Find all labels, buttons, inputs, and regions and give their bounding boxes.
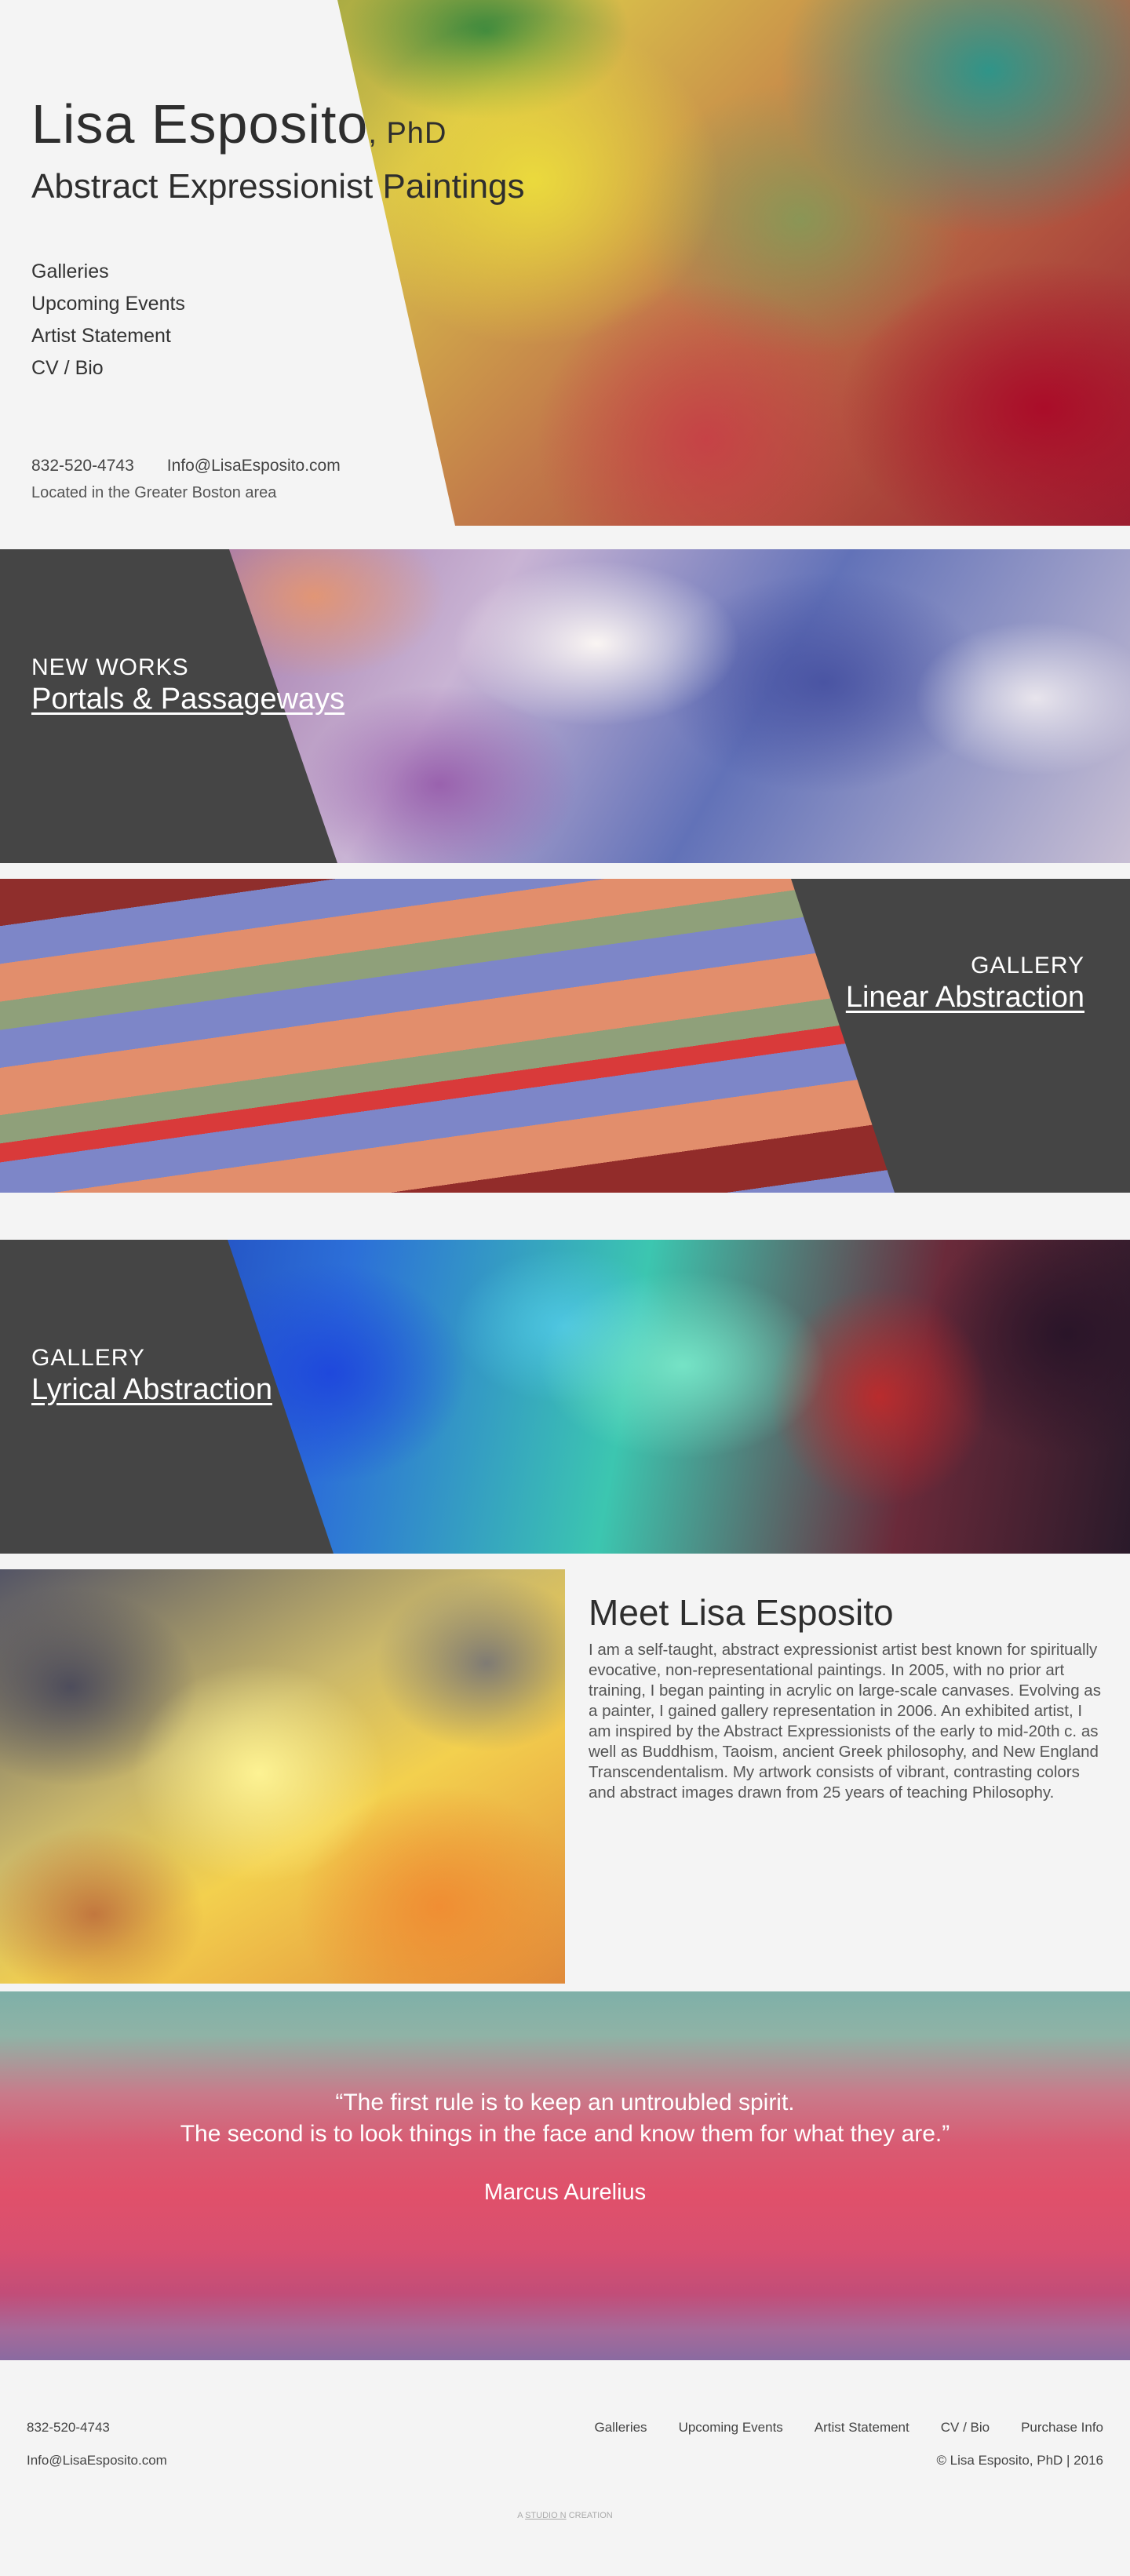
nav-item-upcoming-events[interactable]: Upcoming Events bbox=[31, 288, 185, 320]
footer-nav-upcoming-events[interactable]: Upcoming Events bbox=[679, 2420, 783, 2436]
footer-credit: A STUDIO N CREATION bbox=[0, 2511, 1130, 2520]
hero-nav: Galleries Upcoming Events Artist Stateme… bbox=[31, 256, 185, 384]
quote-line-1: “The first rule is to keep an untroubled… bbox=[335, 2090, 795, 2115]
band-portals-kicker: NEW WORKS bbox=[31, 654, 189, 680]
footer-nav-purchase-info[interactable]: Purchase Info bbox=[1021, 2420, 1103, 2436]
band-lyrical-text: GALLERY Lyrical Abstraction bbox=[31, 1345, 272, 1407]
hero-location: Located in the Greater Boston area bbox=[31, 484, 277, 501]
about-body: I am a self-taught, abstract expressioni… bbox=[589, 1641, 1101, 1802]
hero-contact: 832-520-4743 Info@LisaEsposito.com bbox=[31, 457, 341, 475]
footer-nav-artist-statement[interactable]: Artist Statement bbox=[815, 2420, 909, 2436]
lyrical-abstraction-link[interactable]: Lyrical Abstraction bbox=[31, 1373, 272, 1407]
linear-abstraction-link[interactable]: Linear Abstraction bbox=[846, 981, 1084, 1015]
footer: 832-520-4743 Info@LisaEsposito.com Galle… bbox=[0, 2360, 1130, 2576]
footer-phone-link[interactable]: 832-520-4743 bbox=[27, 2420, 110, 2436]
quote-text: “The first rule is to keep an untroubled… bbox=[0, 2087, 1130, 2150]
site-title-name[interactable]: Lisa Esposito bbox=[31, 93, 368, 155]
footer-credit-suffix: CREATION bbox=[568, 2511, 613, 2520]
linear-painting-image[interactable] bbox=[0, 879, 895, 1193]
hero-email-link[interactable]: Info@LisaEsposito.com bbox=[167, 457, 341, 475]
band-linear-kicker: GALLERY bbox=[971, 953, 1084, 978]
quote-line-2: The second is to look things in the face… bbox=[180, 2121, 950, 2147]
band-portals-passageways: NEW WORKS Portals & Passageways bbox=[0, 549, 1130, 863]
studio-n-link[interactable]: STUDIO N bbox=[525, 2511, 567, 2520]
site-subtitle: Abstract Expressionist Paintings bbox=[31, 167, 525, 206]
nav-item-artist-statement[interactable]: Artist Statement bbox=[31, 320, 185, 352]
portals-passageways-link[interactable]: Portals & Passageways bbox=[31, 683, 344, 716]
footer-nav: Galleries Upcoming Events Artist Stateme… bbox=[563, 2420, 1103, 2436]
footer-copyright: © Lisa Esposito, PhD | 2016 bbox=[936, 2453, 1103, 2468]
about-section: Meet Lisa Esposito I am a self-taught, a… bbox=[0, 1569, 1130, 1984]
footer-credit-prefix: A bbox=[517, 2511, 523, 2520]
hero-section: Lisa Esposito, PhD Abstract Expressionis… bbox=[0, 0, 1130, 526]
nav-item-galleries[interactable]: Galleries bbox=[31, 256, 185, 288]
about-painting-image bbox=[0, 1569, 565, 1984]
band-linear-abstraction: GALLERY Linear Abstraction bbox=[0, 879, 1130, 1193]
quote-section: “The first rule is to keep an untroubled… bbox=[0, 1991, 1130, 2360]
footer-email-link[interactable]: Info@LisaEsposito.com bbox=[27, 2453, 167, 2469]
about-text: Meet Lisa Esposito I am a self-taught, a… bbox=[589, 1591, 1106, 1803]
band-lyrical-abstraction: GALLERY Lyrical Abstraction bbox=[0, 1240, 1130, 1554]
footer-nav-cv-bio[interactable]: CV / Bio bbox=[941, 2420, 990, 2436]
hero-phone-link[interactable]: 832-520-4743 bbox=[31, 457, 134, 475]
quote-author: Marcus Aurelius bbox=[483, 2180, 647, 2205]
site-title-suffix[interactable]: , PhD bbox=[368, 117, 447, 150]
band-portals-text: NEW WORKS Portals & Passageways bbox=[31, 654, 344, 716]
nav-item-cv-bio[interactable]: CV / Bio bbox=[31, 352, 185, 384]
footer-nav-galleries[interactable]: Galleries bbox=[594, 2420, 647, 2436]
band-lyrical-kicker: GALLERY bbox=[31, 1345, 145, 1371]
site-title[interactable]: Lisa Esposito, PhD bbox=[31, 93, 447, 155]
quote-painting-image bbox=[0, 1991, 1130, 2360]
band-linear-text: GALLERY Linear Abstraction bbox=[846, 953, 1084, 1015]
about-title: Meet Lisa Esposito bbox=[589, 1592, 894, 1633]
